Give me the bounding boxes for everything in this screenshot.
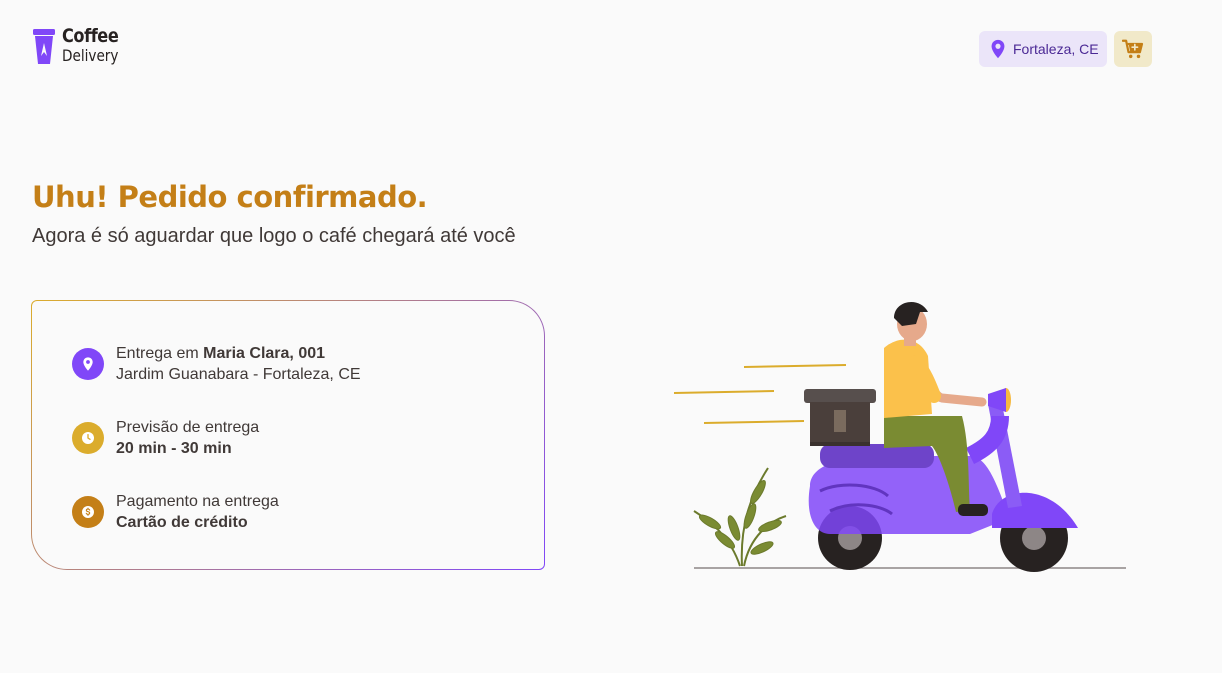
delivery-address: Maria Clara, 001 (203, 345, 326, 362)
timer-icon (82, 432, 94, 444)
delivery-scooter-illustration (673, 301, 1126, 572)
payment-info: Pagamento na entrega Cartão de crédito (72, 491, 279, 533)
delivery-info: Entrega em Maria Clara, 001 Jardim Guana… (72, 343, 361, 385)
map-pin-icon (991, 39, 1005, 59)
payment-icon-circle (72, 496, 104, 528)
map-pin-icon (83, 357, 93, 371)
header: Coffee Delivery Fortaleza, CE (0, 0, 1222, 96)
location-button[interactable]: Fortaleza, CE (979, 31, 1107, 67)
page-subtitle: Agora é só aguardar que logo o café cheg… (32, 225, 516, 247)
delivery-line2: Jardim Guanabara - Fortaleza, CE (116, 366, 361, 383)
forecast-value: 20 min - 30 min (116, 440, 232, 457)
payment-value: Cartão de crédito (116, 514, 248, 531)
page-title: Uhu! Pedido confirmado. (32, 180, 428, 214)
forecast-label: Previsão de entrega (116, 419, 260, 436)
delivery-icon-circle (72, 348, 104, 380)
forecast-info: Previsão de entrega 20 min - 30 min (72, 417, 259, 459)
cart-button[interactable] (1114, 31, 1152, 67)
order-info-card: Entrega em Maria Clara, 001 Jardim Guana… (31, 300, 545, 570)
logo-line1: Coffee (62, 25, 119, 47)
payment-label: Pagamento na entrega (116, 493, 279, 510)
location-label: Fortaleza, CE (1013, 41, 1099, 57)
currency-dollar-icon (82, 506, 94, 518)
coffee-cup-logo-icon (33, 29, 55, 64)
shopping-cart-icon (1122, 39, 1144, 59)
logo-line2: Delivery (62, 46, 119, 65)
logo-text: Coffee Delivery (62, 26, 128, 66)
forecast-icon-circle (72, 422, 104, 454)
logo[interactable]: Coffee Delivery (32, 26, 128, 66)
delivery-prefix: Entrega em (116, 345, 204, 362)
delivery-line1: Entrega em Maria Clara, 001 (116, 343, 361, 364)
